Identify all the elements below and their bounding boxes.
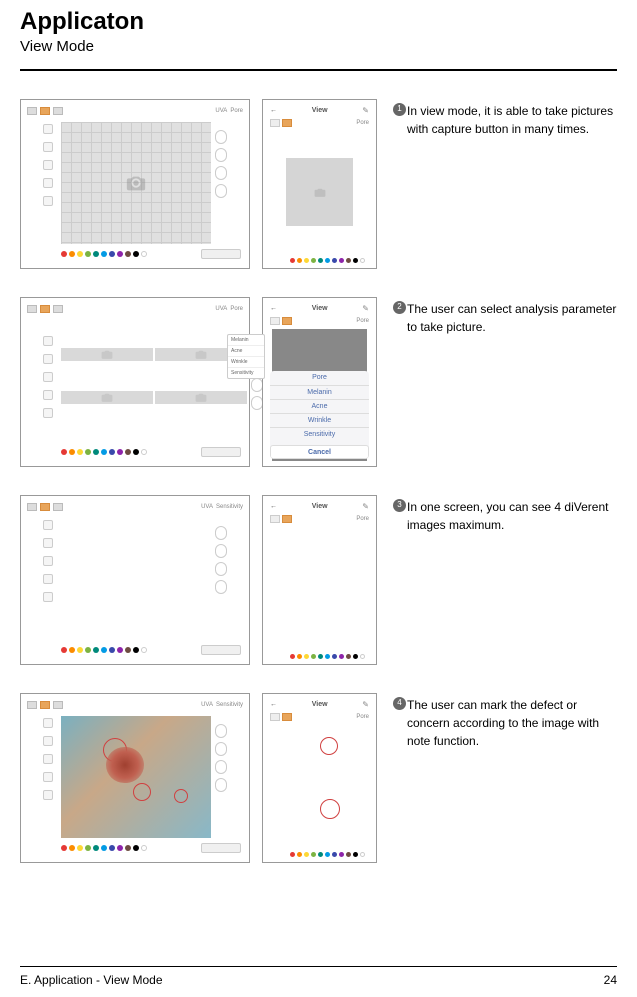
app-title: Applicaton — [20, 8, 617, 36]
tablet-screenshot-4: UVASensitivity — [20, 693, 250, 863]
tablet-canvas-quad — [61, 334, 247, 418]
annotation-circle — [174, 789, 188, 803]
color-palette — [61, 449, 147, 455]
color-palette — [290, 258, 365, 263]
phone-canvas-stack — [272, 527, 367, 649]
step-badge-3: 3 — [393, 499, 406, 512]
step-badge-1: 1 — [393, 103, 406, 116]
step-2-description: 2 The user can select analysis parameter… — [389, 297, 617, 336]
section-4: UVASensitivity ←View✎ Pore — [20, 693, 617, 863]
section-3: UVASensitivity ←View✎ Pore — [20, 495, 617, 665]
color-palette — [61, 647, 147, 653]
color-palette — [61, 251, 147, 257]
step-badge-2: 2 — [393, 301, 406, 314]
phone-screenshot-3: ←View✎ Pore — [262, 495, 377, 665]
phone-canvas-annotated — [272, 725, 367, 847]
step-badge-4: 4 — [393, 697, 406, 710]
tablet-rightbar — [215, 122, 227, 244]
phone-header: ←View✎ — [266, 103, 373, 117]
action-sheet: Pore Melanin Acne Wrinkle Sensitivity Ca… — [270, 371, 369, 459]
annotation-circle — [103, 738, 127, 762]
tablet-sidebar — [43, 122, 57, 244]
step-4-description: 4 The user can mark the defect or concer… — [389, 693, 617, 750]
analysis-dropdown: Melanin Acne Wrinkle Sensitivity — [227, 334, 265, 379]
phone-canvas — [272, 131, 367, 253]
camera-icon — [312, 186, 328, 199]
camera-icon — [122, 172, 150, 194]
page-header: Applicaton View Mode — [20, 0, 617, 63]
footer-page-number: 24 — [604, 973, 617, 987]
tablet-canvas — [61, 122, 211, 244]
header-divider — [20, 69, 617, 71]
phone-screenshot-4: ←View✎ Pore — [262, 693, 377, 863]
tablet-screenshot-3: UVASensitivity — [20, 495, 250, 665]
color-palette — [290, 852, 365, 857]
tablet-toolbar: UVAPore — [25, 104, 245, 118]
footer-section: E. Application - View Mode — [20, 973, 163, 987]
tablet-canvas-images — [61, 518, 211, 640]
page-footer: E. Application - View Mode 24 — [20, 966, 617, 987]
tablet-screenshot-1: UVAPore — [20, 99, 250, 269]
footer-divider — [20, 966, 617, 967]
annotation-circle — [133, 783, 151, 801]
section-1: UVAPore ←View✎ — [20, 99, 617, 269]
tablet-screenshot-2: UVAPore Melanin Acne Wrinkle Sensitivity — [20, 297, 250, 467]
step-3-description: 3 In one screen, you can see 4 diVerent … — [389, 495, 617, 534]
section-2: UVAPore Melanin Acne Wrinkle Sensitivity — [20, 297, 617, 467]
step-1-description: 1 In view mode, it is able to take pictu… — [389, 99, 617, 138]
color-palette — [290, 654, 365, 659]
color-palette — [61, 845, 147, 851]
app-subtitle: View Mode — [20, 38, 617, 55]
phone-screenshot-1: ←View✎ Pore — [262, 99, 377, 269]
tablet-bottombar — [43, 248, 241, 260]
tablet-canvas-annotated — [61, 716, 211, 838]
phone-screenshot-2: ←View✎ Pore Pore Melanin Acne Wrinkle Se… — [262, 297, 377, 467]
